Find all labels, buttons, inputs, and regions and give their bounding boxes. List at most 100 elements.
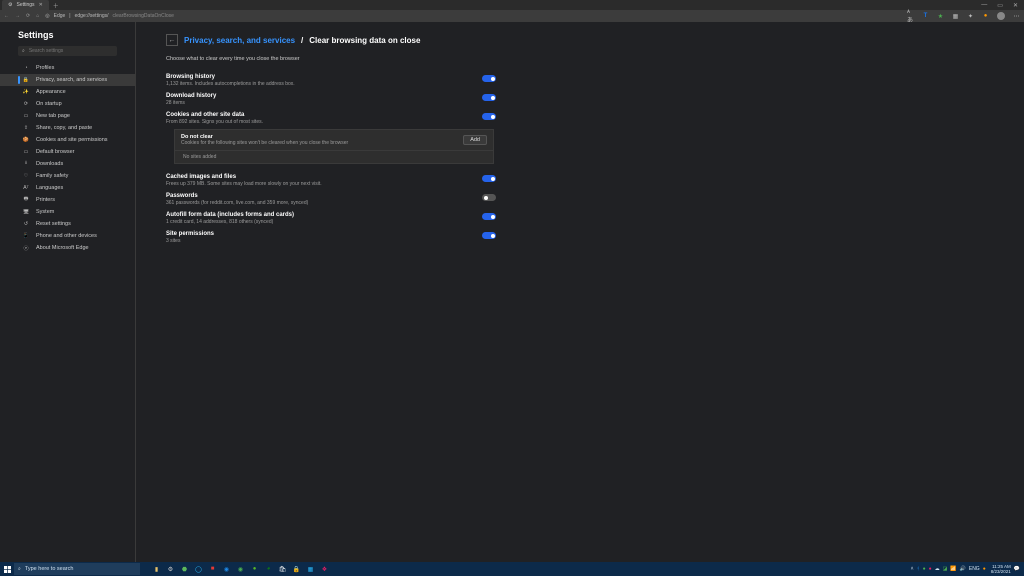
window-minimize-icon[interactable]: ― xyxy=(981,2,987,9)
tab-close-icon[interactable]: ✕ xyxy=(39,2,43,8)
option-toggle[interactable] xyxy=(482,175,496,182)
tray-chevron-icon[interactable]: ˄ xyxy=(911,566,914,572)
nav-forward-icon[interactable]: → xyxy=(15,13,20,19)
sidebar-item-label: Printers xyxy=(36,197,55,203)
taskbar-lock-icon[interactable]: 🔒 xyxy=(292,565,301,574)
taskbar-search[interactable]: ⌕ Type here to search xyxy=(14,563,140,575)
sidebar-item-icon: ⇪ xyxy=(22,125,30,131)
settings-search[interactable]: ⌕ xyxy=(18,46,117,56)
option-desc: 28 items xyxy=(166,100,216,106)
sidebar-item-appearance[interactable]: ✨Appearance xyxy=(0,86,135,98)
start-button[interactable] xyxy=(0,562,14,576)
tray-volume-icon[interactable]: 🔊 xyxy=(960,566,966,572)
sidebar-item-label: System xyxy=(36,209,54,215)
address-bar[interactable]: ◎ Edge | edge://settings/clearBrowsingDa… xyxy=(45,13,901,19)
option-title: Passwords xyxy=(166,193,308,199)
taskbar-explorer-icon[interactable]: ▮ xyxy=(152,565,161,574)
settings-nav-list: ◔Profiles🔒Privacy, search, and services✨… xyxy=(0,62,135,254)
sidebar-item-privacy-search-and-services[interactable]: 🔒Privacy, search, and services xyxy=(0,74,135,86)
nav-refresh-icon[interactable]: ⟳ xyxy=(26,13,30,19)
sidebar-item-downloads[interactable]: ⭳Downloads xyxy=(0,158,135,170)
option-toggle[interactable] xyxy=(482,194,496,201)
sidebar-item-icon: ⓔ xyxy=(22,245,30,252)
sidebar-item-default-browser[interactable]: ▭Default browser xyxy=(0,146,135,158)
sidebar-item-icon: ✨ xyxy=(22,89,30,95)
sidebar-item-family-safety[interactable]: ♡Family safety xyxy=(0,170,135,182)
nav-home-icon[interactable]: ⌂ xyxy=(36,13,39,19)
sidebar-item-icon: ⭳ xyxy=(22,160,30,168)
taskbar-settings-icon[interactable]: ⚙ xyxy=(166,565,175,574)
tray-onedrive-icon[interactable]: ☁ xyxy=(935,566,940,572)
taskbar-edge-icon[interactable]: ◉ xyxy=(222,565,231,574)
sidebar-item-printers[interactable]: 🖶Printers xyxy=(0,194,135,206)
tray-app3-icon[interactable]: ● xyxy=(983,566,986,572)
sidebar-item-languages[interactable]: AᵀLanguages xyxy=(0,182,135,194)
collections-icon[interactable]: ▦ xyxy=(952,13,959,20)
taskbar-app-icon[interactable]: ⬣ xyxy=(180,565,189,574)
tray-clock[interactable]: 11:25 AM 8/23/2021 xyxy=(989,564,1011,574)
system-tray: ˄ ᚼ ● ● ☁ ◪ 📶 🔊 ENG ● 11:25 AM 8/23/2021… xyxy=(911,564,1024,574)
sidebar-item-label: On startup xyxy=(36,101,62,107)
breadcrumb-link[interactable]: Privacy, search, and services xyxy=(184,36,295,45)
nav-back-icon[interactable]: ← xyxy=(4,13,9,19)
tray-app2-icon[interactable]: ● xyxy=(929,566,932,572)
sidebar-item-phone-and-other-devices[interactable]: 📱Phone and other devices xyxy=(0,230,135,242)
profile-avatar[interactable] xyxy=(997,12,1005,20)
favorites-icon[interactable]: ★ xyxy=(937,13,944,20)
option-desc: 1 credit card, 14 addresses, 818 others … xyxy=(166,219,294,225)
sidebar-item-label: Profiles xyxy=(36,65,54,71)
sidebar-item-reset-settings[interactable]: ↺Reset settings xyxy=(0,218,135,230)
tray-nvidia-icon[interactable]: ◪ xyxy=(943,566,948,572)
breadcrumb-back-button[interactable]: ← xyxy=(166,34,178,46)
taskbar-search-placeholder: Type here to search xyxy=(25,566,74,572)
taskbar-store-icon[interactable]: 🛍 xyxy=(278,565,287,574)
clear-option-row: Site permissions3 sites xyxy=(166,231,496,244)
settings-sidebar: Settings ⌕ ◔Profiles🔒Privacy, search, an… xyxy=(0,22,135,576)
window-close-icon[interactable]: ✕ xyxy=(1013,2,1018,9)
sidebar-item-profiles[interactable]: ◔Profiles xyxy=(0,62,135,74)
option-toggle[interactable] xyxy=(482,94,496,101)
settings-search-input[interactable] xyxy=(29,48,113,54)
more-menu-icon[interactable]: ⋯ xyxy=(1013,13,1020,20)
browser-tab[interactable]: ⚙ Settings ✕ xyxy=(2,0,49,10)
sidebar-item-label: Share, copy, and paste xyxy=(36,125,92,131)
tray-wifi-icon[interactable]: 📶 xyxy=(950,566,956,572)
taskbar-spotify-icon[interactable]: ● xyxy=(250,565,259,574)
tray-app-icon[interactable]: ● xyxy=(923,566,926,572)
tray-language-icon[interactable]: ENG xyxy=(969,566,980,572)
taskbar-xbox-icon[interactable]: ◕ xyxy=(264,565,273,574)
page-subtitle: Choose what to clear every time you clos… xyxy=(166,56,994,62)
taskbar-app-red-icon[interactable]: ■ xyxy=(208,565,217,574)
option-toggle[interactable] xyxy=(482,113,496,120)
tray-bluetooth-icon[interactable]: ᚼ xyxy=(917,566,920,572)
extensions-icon[interactable]: ✦ xyxy=(967,13,974,20)
sidebar-item-share-copy-and-paste[interactable]: ⇪ Share, copy, and paste xyxy=(0,122,135,134)
taskbar-photos-icon[interactable]: ▦ xyxy=(306,565,315,574)
new-tab-button[interactable]: ＋ xyxy=(53,1,59,10)
dnc-desc: Cookies for the following sites won't be… xyxy=(181,140,348,146)
translate-icon[interactable]: ᴀあ xyxy=(907,13,914,20)
window-maximize-icon[interactable]: ▭ xyxy=(997,2,1003,9)
ext-icon-orange[interactable]: ● xyxy=(982,13,989,20)
ext-icon-t[interactable]: T xyxy=(922,13,929,20)
dnc-add-button[interactable]: Add xyxy=(463,135,487,145)
option-toggle[interactable] xyxy=(482,232,496,239)
option-toggle[interactable] xyxy=(482,75,496,82)
sidebar-item-on-startup[interactable]: ⟳On startup xyxy=(0,98,135,110)
sidebar-item-cookies-and-site-permissions[interactable]: 🍪Cookies and site permissions xyxy=(0,134,135,146)
sidebar-item-new-tab-page[interactable]: ▭New tab page xyxy=(0,110,135,122)
sidebar-item-icon: 🖥 xyxy=(22,209,30,215)
sidebar-item-about-microsoft-edge[interactable]: ⓔAbout Microsoft Edge xyxy=(0,242,135,254)
taskbar-skype-icon[interactable]: ◯ xyxy=(194,565,203,574)
breadcrumb-current: Clear browsing data on close xyxy=(309,36,420,45)
clear-option-row: Autofill form data (includes forms and c… xyxy=(166,212,496,225)
option-toggle[interactable] xyxy=(482,213,496,220)
taskbar-app-pink-icon[interactable]: ❖ xyxy=(320,565,329,574)
sidebar-item-icon: 🍪 xyxy=(22,137,30,143)
option-desc: 3 sites xyxy=(166,238,214,244)
sidebar-item-icon: ▭ xyxy=(22,149,30,155)
taskbar-whatsapp-icon[interactable]: ◉ xyxy=(236,565,245,574)
tray-notifications-icon[interactable]: 💬 xyxy=(1014,566,1020,572)
sidebar-item-system[interactable]: 🖥 System xyxy=(0,206,135,218)
sidebar-item-label: Languages xyxy=(36,185,63,191)
